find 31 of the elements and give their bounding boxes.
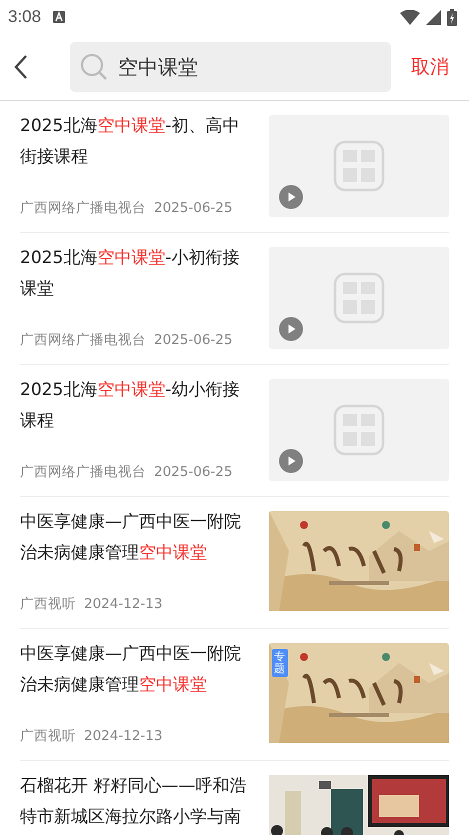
result-title[interactable]: 2025北海空中课堂-幼小衔接课程: [20, 375, 251, 437]
logo-icon: [334, 140, 384, 192]
topic-badge: 专题: [272, 649, 288, 677]
play-icon[interactable]: [279, 449, 303, 473]
result-source: 广西网络广播电视台: [20, 332, 146, 348]
result-source: 广西网络广播电视台: [20, 200, 146, 216]
result-title[interactable]: 2025北海空中课堂-初、高中街接课程: [20, 111, 251, 173]
result-source: 广西视听: [20, 728, 76, 744]
result-date: 2025-06-25: [154, 200, 232, 216]
result-title[interactable]: 石榴花开 籽籽同心——呼和浩特市新城区海拉尔路小学与南: [20, 771, 251, 833]
play-icon[interactable]: [279, 317, 303, 341]
result-date: 2024-12-13: [84, 728, 162, 744]
result-source: 广西视听: [20, 596, 76, 612]
play-icon[interactable]: [279, 185, 303, 209]
wifi-icon: [400, 10, 420, 24]
result-date: 2024-12-13: [84, 596, 162, 612]
result-title[interactable]: 中医享健康—广西中医一附院治未病健康管理空中课堂: [20, 639, 251, 701]
search-field[interactable]: 空中课堂: [70, 42, 391, 92]
back-icon: [14, 54, 28, 80]
result-date: 2025-06-25: [154, 332, 232, 348]
battery-icon: [447, 8, 457, 26]
notification-icon: [53, 11, 66, 23]
result-title[interactable]: 2025北海空中课堂-小初衔接课堂: [20, 243, 251, 305]
result-title[interactable]: 中医享健康—广西中医一附院治未病健康管理空中课堂: [20, 507, 251, 569]
cancel-button[interactable]: 取消: [411, 54, 449, 80]
logo-icon: [334, 404, 384, 456]
result-source: 广西网络广播电视台: [20, 464, 146, 480]
result-date: 2025-06-25: [154, 464, 232, 480]
signal-icon: [426, 10, 441, 24]
status-time: 3:08: [8, 7, 42, 27]
logo-icon: [334, 272, 384, 324]
